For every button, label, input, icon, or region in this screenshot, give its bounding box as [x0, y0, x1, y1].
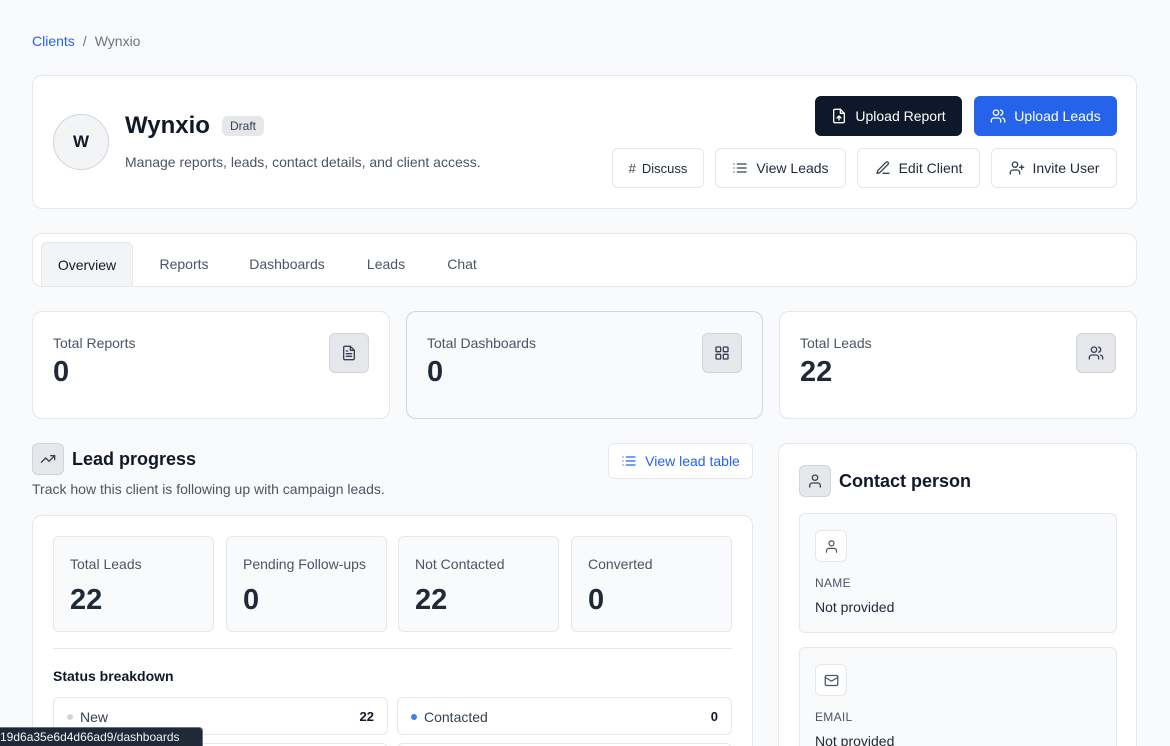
breadcrumb-separator: /: [82, 33, 87, 49]
breadcrumb-current: Wynxio: [94, 33, 141, 49]
upload-report-button[interactable]: Upload Report: [815, 96, 962, 136]
status-dot: [67, 714, 73, 720]
metric-converted: Converted 0: [571, 536, 732, 632]
client-header-card: W Wynxio Draft Manage reports, leads, co…: [32, 75, 1137, 209]
upload-report-label: Upload Report: [855, 108, 946, 124]
file-upload-icon: [833, 108, 846, 124]
user-icon: [799, 465, 831, 497]
client-avatar: W: [53, 114, 109, 170]
field-label: NAME: [815, 576, 851, 590]
client-name: Wynxio: [125, 112, 210, 139]
metric-not-contacted: Not Contacted 22: [398, 536, 559, 632]
discuss-label: Discuss: [641, 160, 688, 176]
user-icon: [815, 530, 847, 562]
list-icon: [733, 163, 748, 173]
stat-value: 0: [53, 356, 70, 388]
user-plus-icon: [1009, 161, 1024, 175]
stat-label: Total Reports: [53, 335, 136, 351]
tab-overview[interactable]: Overview: [41, 242, 133, 286]
status-row-contacted: Contacted 0: [397, 697, 732, 735]
contact-name-field: NAME Not provided: [799, 513, 1117, 633]
stat-label: Total Dashboards: [427, 335, 536, 351]
mail-icon: [815, 664, 847, 696]
status-dot: [411, 714, 417, 720]
lead-progress-description: Track how this client is following up wi…: [32, 481, 385, 497]
stat-value: 22: [800, 356, 833, 388]
tab-dashboards[interactable]: Dashboards: [235, 242, 339, 286]
stat-total-dashboards[interactable]: Total Dashboards 0: [406, 311, 763, 419]
field-value: Not provided: [815, 733, 895, 746]
status-name: Contacted: [424, 709, 488, 725]
edit-client-label: Edit Client: [898, 160, 963, 176]
file-text-icon: [329, 333, 369, 373]
view-leads-button[interactable]: View Leads: [715, 148, 846, 188]
metric-total-leads: Total Leads 22: [53, 536, 214, 632]
metric-value: 22: [70, 584, 103, 616]
stat-label: Total Leads: [800, 335, 872, 351]
invite-user-label: Invite User: [1032, 160, 1100, 176]
pencil-icon: [875, 161, 890, 174]
status-count: 22: [359, 709, 374, 724]
users-icon: [1076, 333, 1116, 373]
status-url-text: 19d6a35e6d4d66ad9/dashboards: [0, 730, 180, 744]
discuss-button[interactable]: # Discuss: [612, 148, 704, 188]
status-count: 0: [710, 709, 718, 724]
breadcrumb-clients-link[interactable]: Clients: [32, 33, 75, 49]
status-badge: Draft: [222, 116, 265, 136]
trending-up-icon: [32, 443, 64, 475]
client-description: Manage reports, leads, contact details, …: [125, 154, 481, 170]
upload-leads-label: Upload Leads: [1014, 108, 1101, 124]
view-lead-table-label: View lead table: [645, 453, 740, 469]
divider: [53, 648, 732, 649]
tab-reports[interactable]: Reports: [143, 242, 225, 286]
tab-chat[interactable]: Chat: [433, 242, 491, 286]
users-icon: [990, 109, 1006, 123]
invite-user-button[interactable]: Invite User: [991, 148, 1117, 188]
metric-label: Not Contacted: [415, 556, 505, 572]
view-leads-label: View Leads: [756, 160, 829, 176]
field-value: Not provided: [815, 599, 895, 615]
tab-bar: Overview Reports Dashboards Leads Chat: [32, 233, 1137, 287]
stat-total-leads: Total Leads 22: [779, 311, 1137, 419]
metric-value: 0: [243, 584, 260, 616]
metric-pending-follow-ups: Pending Follow-ups 0: [226, 536, 387, 632]
contact-email-field: EMAIL Not provided: [799, 647, 1117, 746]
hash-icon: #: [628, 160, 636, 176]
stat-value: 0: [427, 356, 444, 388]
status-name: New: [80, 709, 109, 725]
grid-icon: [702, 333, 742, 373]
metric-value: 0: [588, 584, 605, 616]
stat-total-reports: Total Reports 0: [32, 311, 390, 419]
breadcrumb: Clients / Wynxio: [32, 33, 140, 49]
field-label: EMAIL: [815, 710, 853, 724]
status-breakdown-title: Status breakdown: [53, 668, 174, 684]
contact-person-card: Contact person NAME Not provided EMAIL N…: [778, 443, 1137, 746]
metric-label: Pending Follow-ups: [243, 556, 366, 572]
metric-label: Total Leads: [70, 556, 142, 572]
lead-progress-card: Total Leads 22 Pending Follow-ups 0 Not …: [32, 515, 753, 746]
tab-leads[interactable]: Leads: [349, 242, 423, 286]
view-lead-table-button[interactable]: View lead table: [608, 443, 753, 479]
status-url-tooltip: 19d6a35e6d4d66ad9/dashboards: [0, 727, 203, 746]
metric-label: Converted: [588, 556, 653, 572]
edit-client-button[interactable]: Edit Client: [857, 148, 980, 188]
list-icon: [622, 456, 636, 466]
upload-leads-button[interactable]: Upload Leads: [974, 96, 1117, 136]
contact-person-title: Contact person: [839, 471, 972, 491]
metric-value: 22: [415, 584, 448, 616]
lead-progress-title: Lead progress: [72, 449, 197, 469]
